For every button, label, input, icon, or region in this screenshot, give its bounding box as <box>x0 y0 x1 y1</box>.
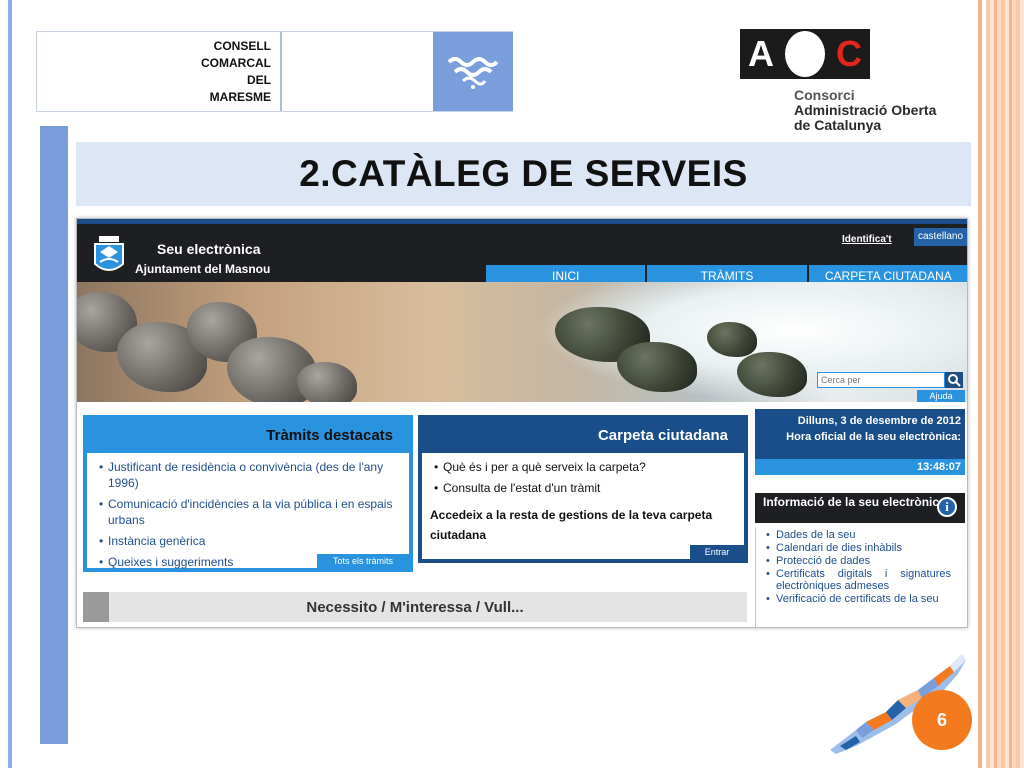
tramit-link[interactable]: Comunicació d'incidències a la via públi… <box>99 496 401 528</box>
slide-frame-right-line <box>978 0 982 768</box>
banner-rock <box>297 362 357 402</box>
carpeta-link[interactable]: Consulta de l'estat d'un tràmit <box>434 480 736 496</box>
info-icon: i <box>937 497 957 517</box>
slide-title: 2.CATÀLEG DE SERVEIS <box>299 153 748 194</box>
aoc-logo-text: Consorci Administració Oberta de Catalun… <box>794 87 937 133</box>
search-icon <box>948 374 961 387</box>
info-heading: Informació de la seu electrònica i <box>755 493 965 523</box>
carpeta-panel: Carpeta ciutadana Què és i per a què ser… <box>418 415 748 563</box>
consell-comarcal-logo: CONSELL COMARCAL DEL MARESME <box>36 31 513 112</box>
consell-logo-separator <box>280 32 282 111</box>
info-link[interactable]: Certificats digitals i signatures electr… <box>766 568 951 592</box>
website-screenshot: Seu electrònica Ajuntament del Masnou Id… <box>76 218 968 628</box>
aoc-logo-o <box>782 29 828 79</box>
necessito-label: Necessito / M'interessa / Vull... <box>306 599 524 616</box>
help-button[interactable]: Ajuda <box>917 390 965 402</box>
aoc-logo: A C <box>740 29 870 79</box>
waves-icon <box>433 32 513 111</box>
info-link[interactable]: Dades de la seu <box>766 529 951 541</box>
info-link[interactable]: Verificació de certificats de la seu <box>766 593 951 605</box>
site-header: Seu electrònica Ajuntament del Masnou Id… <box>77 219 967 287</box>
beach-banner-image: Ajuda <box>77 282 967 402</box>
info-link[interactable]: Calendari de dies inhàbils <box>766 542 951 554</box>
clock-label: Hora oficial de la seu electrònica: <box>786 431 961 443</box>
info-list: Dades de la seu Calendari de dies inhàbi… <box>755 527 965 627</box>
slide-frame-left <box>8 0 12 768</box>
carpeta-heading: Carpeta ciutadana <box>422 419 744 453</box>
tramits-list: Justificant de residència o convivència … <box>87 453 409 570</box>
date-box: Dilluns, 3 de desembre de 2012 Hora ofic… <box>755 409 965 463</box>
necessito-bar[interactable]: Necessito / M'interessa / Vull... <box>83 592 747 622</box>
tramit-link[interactable]: Instància genèrica <box>99 533 401 549</box>
page-number: 6 <box>912 690 972 750</box>
current-date: Dilluns, 3 de desembre de 2012 <box>797 415 961 427</box>
tramit-link[interactable]: Justificant de residència o convivència … <box>99 459 401 491</box>
search-button[interactable] <box>945 372 963 388</box>
carpeta-link[interactable]: Què és i per a què serveix la carpeta? <box>434 459 736 475</box>
carpeta-text: Accedeix a la resta de gestions de la te… <box>430 508 713 542</box>
enter-carpeta-button[interactable]: Entrar <box>690 545 744 559</box>
site-title: Seu electrònica <box>157 241 261 257</box>
all-tramits-link[interactable]: Tots els tràmits <box>317 554 409 568</box>
tramits-panel: Tràmits destacats Justificant de residèn… <box>83 415 413 572</box>
carpeta-list: Què és i per a què serveix la carpeta? C… <box>422 453 744 496</box>
tramits-heading: Tràmits destacats <box>87 419 409 453</box>
info-link[interactable]: Protecció de dades <box>766 555 951 567</box>
masnou-crest-icon <box>94 236 124 271</box>
language-button[interactable]: castellano <box>914 228 967 246</box>
current-time: 13:48:07 <box>755 459 965 475</box>
consell-logo-text: CONSELL COMARCAL DEL MARESME <box>201 39 271 104</box>
slide-side-bar <box>40 126 68 744</box>
slide-frame-right-stripes <box>986 0 1024 768</box>
site-search-input[interactable] <box>817 372 945 388</box>
slide-title-band: 2.CATÀLEG DE SERVEIS <box>76 142 971 206</box>
site-subtitle: Ajuntament del Masnou <box>135 262 271 276</box>
login-link[interactable]: Identifica't <box>842 234 892 245</box>
